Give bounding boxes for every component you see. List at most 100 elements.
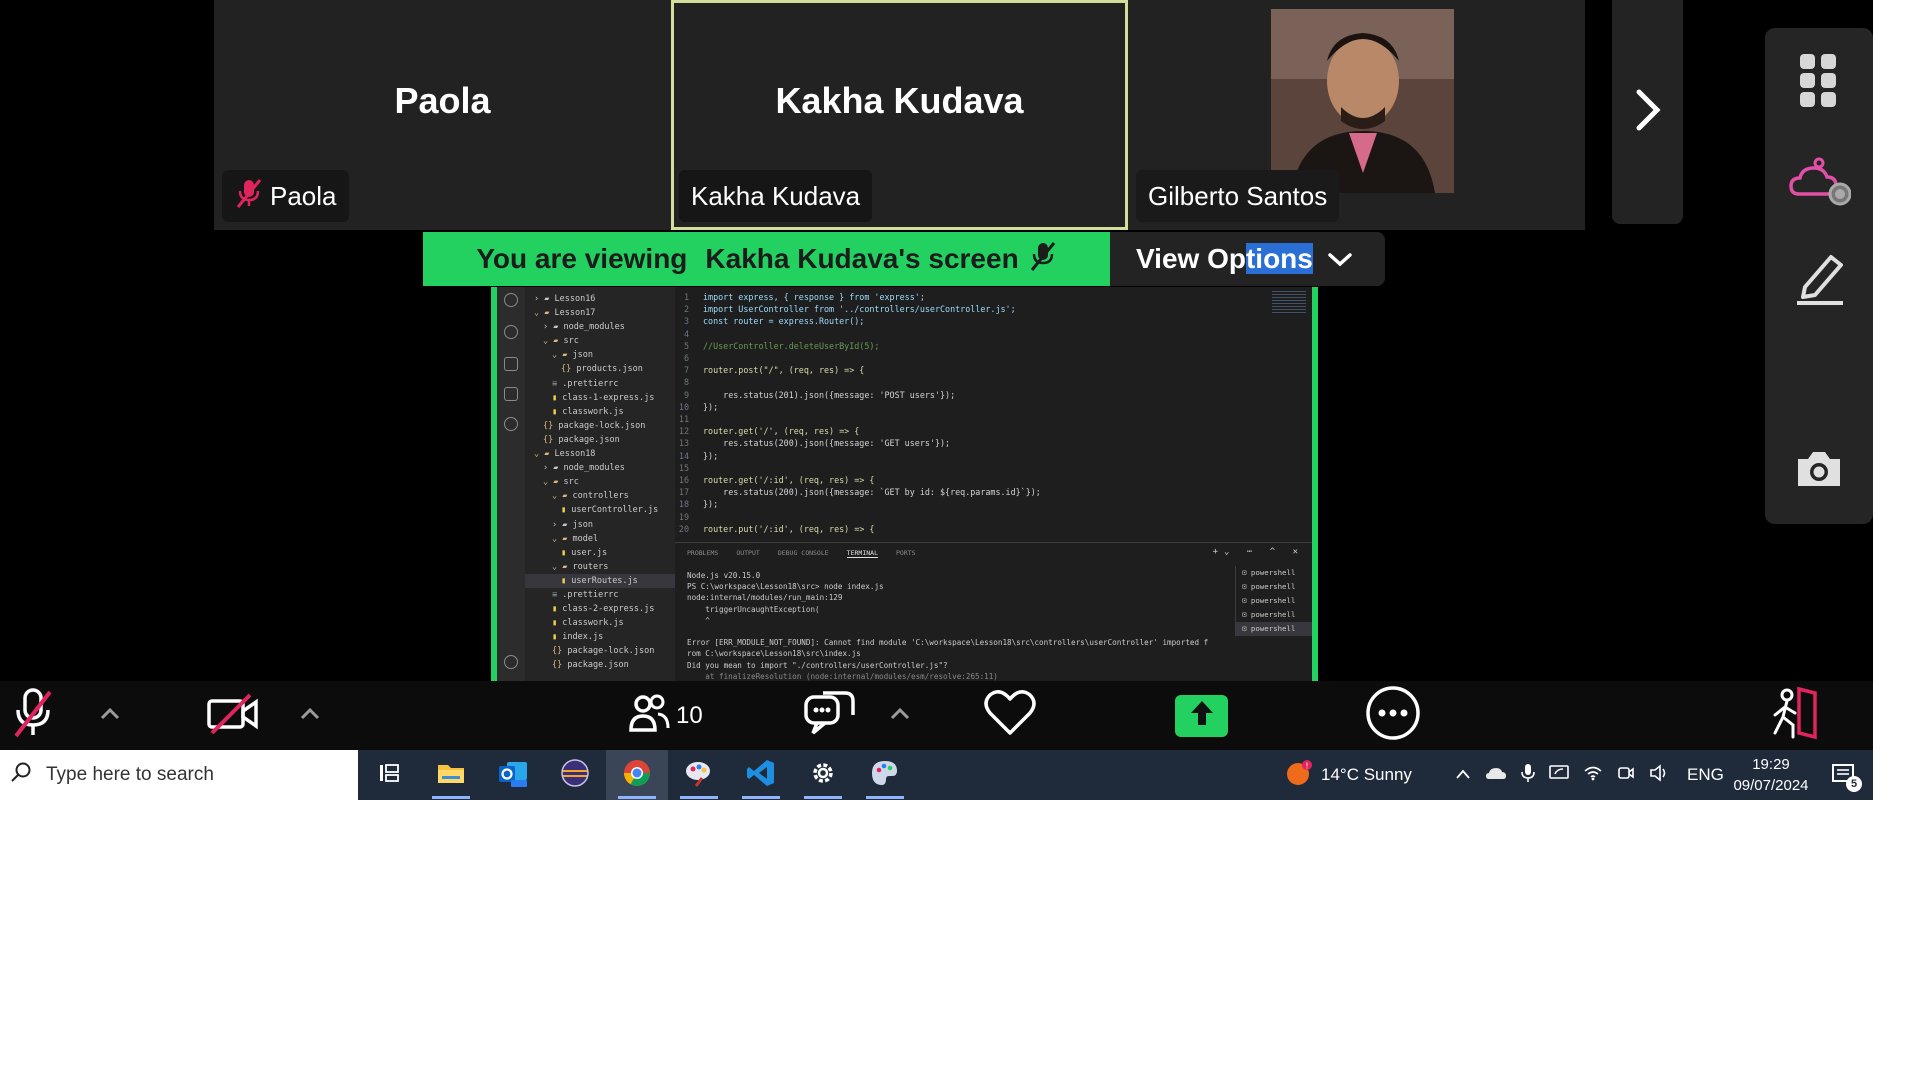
panel-controls[interactable]: +⌄ ⋯ ^ ✕ bbox=[1213, 547, 1304, 557]
taskbar-vscode[interactable] bbox=[730, 750, 792, 800]
start-video-button[interactable] bbox=[206, 681, 260, 750]
explorer-item[interactable]: ⌄ ▰ controllers bbox=[525, 489, 675, 503]
next-page-button[interactable] bbox=[1612, 0, 1683, 224]
taskbar-eclipse[interactable] bbox=[544, 750, 606, 800]
wifi-icon[interactable] bbox=[1583, 765, 1603, 786]
line-number: 1 bbox=[683, 292, 689, 302]
chevron-up-icon[interactable] bbox=[1455, 765, 1471, 785]
code-text: import UserController from '../controlle… bbox=[703, 304, 1016, 315]
folder-closed-icon: › ▰ bbox=[552, 519, 573, 530]
explorer-item[interactable]: ⌄ ▰ model bbox=[525, 532, 675, 546]
panel-tab[interactable]: TERMINAL bbox=[846, 549, 878, 558]
explorer-item[interactable]: {} package.json bbox=[525, 658, 675, 672]
explorer-item[interactable]: ⌄ ▰ Lesson17 bbox=[525, 306, 675, 320]
explorer-item[interactable]: ⌄ ▰ json bbox=[525, 348, 675, 362]
explorer-item[interactable]: {} products.json bbox=[525, 362, 675, 376]
taskbar-settings[interactable] bbox=[792, 750, 854, 800]
react-button[interactable] bbox=[982, 681, 1038, 750]
explorer-item[interactable]: › ▰ Lesson16 bbox=[525, 292, 675, 306]
code-text: router.put('/:id', (req, res) => { bbox=[703, 523, 875, 534]
explorer-item[interactable]: ▮ class-2-express.js bbox=[525, 602, 675, 616]
explorer-item-label: src bbox=[563, 336, 579, 347]
weather-widget[interactable]: ! 14°C Sunny bbox=[1285, 750, 1412, 800]
audio-options-caret[interactable] bbox=[99, 681, 121, 750]
terminal-instance[interactable]: ⊡ powershell bbox=[1236, 622, 1312, 636]
apps-button[interactable] bbox=[1765, 146, 1873, 226]
screenshot-button[interactable] bbox=[1765, 430, 1873, 510]
notification-icon: 5 bbox=[1830, 760, 1862, 792]
onedrive-icon[interactable] bbox=[1485, 765, 1507, 785]
explorer-item[interactable]: ⌄ ▰ Lesson18 bbox=[525, 447, 675, 461]
notifications-button[interactable]: 5 bbox=[1830, 750, 1862, 800]
chat-button[interactable] bbox=[803, 681, 855, 750]
panel-tab[interactable]: PORTS bbox=[896, 549, 916, 557]
taskbar-outlook[interactable] bbox=[482, 750, 544, 800]
explorer-item[interactable]: ≡ .prettierrc bbox=[525, 377, 675, 391]
volume-icon[interactable] bbox=[1649, 763, 1669, 787]
terminal-instance[interactable]: ⊡ powershell bbox=[1236, 566, 1312, 580]
terminal-instance[interactable]: ⊡ powershell bbox=[1236, 580, 1312, 594]
taskbar-file-explorer[interactable] bbox=[420, 750, 482, 800]
panel-tab[interactable]: DEBUG CONSOLE bbox=[778, 549, 829, 557]
more-button[interactable] bbox=[1365, 681, 1421, 750]
code-line: 11 bbox=[675, 413, 1312, 425]
explorer-item[interactable]: ▮ class-1-express.js bbox=[525, 391, 675, 405]
explorer-item[interactable]: ≡ .prettierrc bbox=[525, 588, 675, 602]
explorer-item[interactable]: ⌄ ▰ src bbox=[525, 475, 675, 489]
explorer-item[interactable]: ▮ classwork.js bbox=[525, 616, 675, 630]
taskbar-paint[interactable] bbox=[668, 750, 730, 800]
task-view-button[interactable] bbox=[358, 750, 420, 800]
code-line: 12 router.get('/', (req, res) => { bbox=[675, 425, 1312, 437]
explorer-item[interactable]: › ▰ json bbox=[525, 518, 675, 532]
participant-tile-paola[interactable]: Paola Paola bbox=[214, 0, 671, 230]
explorer-item[interactable]: ▮ index.js bbox=[525, 630, 675, 644]
explorer-item-label: src bbox=[563, 477, 579, 488]
code-text: }); bbox=[703, 450, 719, 461]
explorer-item-label: class-2-express.js bbox=[562, 604, 655, 615]
taskbar-chrome[interactable] bbox=[606, 750, 668, 800]
explorer-item[interactable]: ⌄ ▰ src bbox=[525, 334, 675, 348]
video-options-caret[interactable] bbox=[299, 681, 321, 750]
code-line: 3 const router = express.Router(); bbox=[675, 315, 1312, 327]
view-options-button[interactable]: View Options bbox=[1110, 232, 1385, 286]
explorer-item[interactable]: › ▰ node_modules bbox=[525, 461, 675, 475]
view-layout-button[interactable] bbox=[1765, 42, 1873, 122]
taskbar-search[interactable]: Type here to search bbox=[0, 750, 358, 800]
code-line: 18}); bbox=[675, 498, 1312, 510]
explorer-item[interactable]: {} package-lock.json bbox=[525, 644, 675, 658]
explorer-item[interactable]: ⌄ ▰ routers bbox=[525, 560, 675, 574]
taskbar-paint-3d[interactable] bbox=[854, 750, 916, 800]
terminal-instance[interactable]: ⊡ powershell bbox=[1236, 594, 1312, 608]
microphone-icon[interactable] bbox=[1521, 763, 1535, 788]
explorer-item[interactable]: ▮ userRoutes.js bbox=[525, 573, 675, 588]
terminal-output[interactable]: Node.js v20.15.0 PS C:\workspace\Lesson18… bbox=[687, 570, 1247, 681]
share-screen-button[interactable] bbox=[1175, 681, 1228, 750]
explorer-item[interactable]: {} package-lock.json bbox=[525, 419, 675, 433]
account-icon bbox=[504, 655, 518, 669]
screen-share-icon[interactable] bbox=[1549, 764, 1569, 787]
clock[interactable]: 19:29 09/07/2024 bbox=[1716, 754, 1826, 796]
explorer-item-label: userRoutes.js bbox=[571, 575, 638, 586]
shared-screen[interactable]: › ▰ Lesson16 ⌄ ▰ Lesson17 › ▰ node_modules… bbox=[491, 287, 1318, 681]
explorer-item[interactable]: › ▰ node_modules bbox=[525, 320, 675, 334]
annotate-button[interactable] bbox=[1765, 238, 1873, 318]
explorer-item[interactable]: ▮ user.js bbox=[525, 546, 675, 560]
chat-options-caret[interactable] bbox=[889, 681, 911, 750]
code-editor[interactable]: 1 import express, { response } from 'expr… bbox=[675, 287, 1312, 542]
clock-date: 09/07/2024 bbox=[1733, 777, 1809, 794]
explorer-item[interactable]: ▮ classwork.js bbox=[525, 405, 675, 419]
panel-tab[interactable]: OUTPUT bbox=[736, 549, 759, 557]
explorer-item[interactable]: {} package.json bbox=[525, 433, 675, 447]
leave-button[interactable] bbox=[1765, 681, 1821, 750]
panel-tab[interactable]: PROBLEMS bbox=[687, 549, 718, 557]
participant-tile-gilberto[interactable]: Gilberto Santos bbox=[1128, 0, 1585, 230]
meet-now-icon[interactable] bbox=[1617, 764, 1635, 787]
terminal-instance-label: powershell bbox=[1250, 624, 1296, 633]
participant-tile-kakha[interactable]: Kakha Kudava Kakha Kudava bbox=[671, 0, 1128, 230]
explorer-item-label: index.js bbox=[562, 632, 604, 643]
terminal-instance[interactable]: ⊡ powershell bbox=[1236, 608, 1312, 622]
explorer-item[interactable]: ▮ userController.js bbox=[525, 503, 675, 517]
participants-button[interactable]: 10 bbox=[628, 681, 703, 750]
unmute-button[interactable] bbox=[10, 681, 56, 750]
svg-text:!: ! bbox=[1305, 761, 1308, 770]
